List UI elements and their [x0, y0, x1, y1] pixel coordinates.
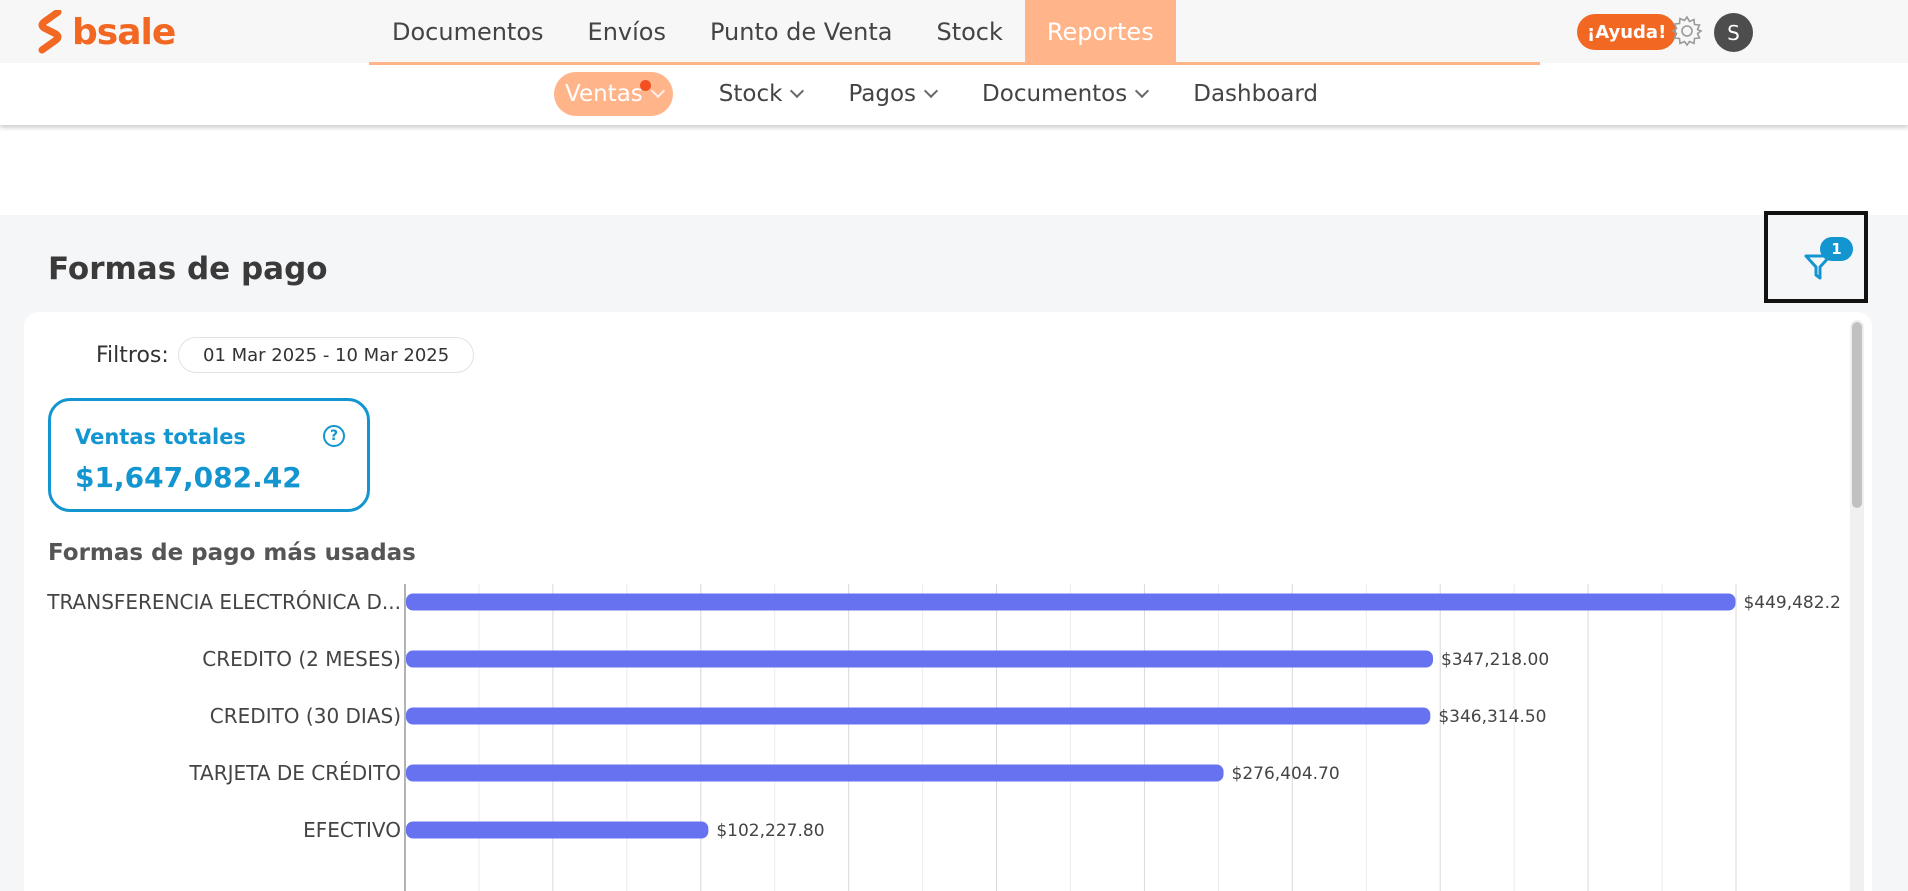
- main-nav-stock[interactable]: Stock: [914, 0, 1024, 63]
- sub-nav-dashboard-label: Dashboard: [1193, 81, 1319, 107]
- chevron-down-icon: [790, 83, 805, 99]
- page-title: Formas de pago: [48, 251, 328, 287]
- main-nav-punto-de-venta[interactable]: Punto de Venta: [688, 0, 914, 63]
- top-navbar: bsale Documentos Envíos Punto de Venta S…: [0, 0, 1908, 65]
- bar[interactable]: [406, 821, 709, 839]
- gear-icon[interactable]: [1670, 14, 1704, 48]
- help-button[interactable]: ¡Ayuda!: [1577, 14, 1677, 50]
- sub-navbar: Ventas Stock Pagos Documentos Dashboard: [0, 65, 1908, 125]
- main-nav-documentos[interactable]: Documentos: [370, 0, 566, 63]
- bsale-logo-icon: [38, 10, 62, 54]
- value-label: $102,227.80: [716, 821, 824, 841]
- sub-nav: Ventas Stock Pagos Documentos Dashboard: [554, 71, 1364, 117]
- filter-count-badge: 1: [1820, 237, 1853, 261]
- brand-name: bsale: [72, 11, 176, 53]
- sub-nav-documentos[interactable]: Documentos: [982, 72, 1150, 116]
- bar[interactable]: [406, 707, 1431, 725]
- bsale-logo[interactable]: bsale: [38, 10, 176, 54]
- value-label: $276,404.70: [1232, 764, 1340, 784]
- scrollbar[interactable]: [1850, 320, 1864, 891]
- main-nav-reportes[interactable]: Reportes: [1024, 0, 1176, 63]
- bar[interactable]: [406, 764, 1224, 782]
- payment-methods-chart: TRANSFERENCIA ELECTRÓNICA D... $449,482.2…: [46, 584, 1841, 891]
- sub-nav-dashboard[interactable]: Dashboard: [1193, 72, 1318, 116]
- notification-dot: [640, 80, 651, 91]
- filter-button[interactable]: 1: [1764, 211, 1868, 303]
- report-content: Formas de pago 1 Filtros: 01 Mar 2025 - …: [0, 211, 1908, 891]
- sub-nav-stock[interactable]: Stock: [718, 72, 805, 116]
- sub-nav-documentos-label: Documentos: [982, 81, 1128, 107]
- chevron-down-icon: [923, 83, 939, 99]
- sub-nav-pagos[interactable]: Pagos: [848, 72, 939, 116]
- category-label: CREDITO (30 DIAS): [210, 704, 401, 728]
- bar[interactable]: [406, 650, 1433, 668]
- main-nav: Documentos Envíos Punto de Venta Stock R…: [370, 0, 1176, 63]
- value-label: $346,314.50: [1438, 707, 1546, 727]
- sub-nav-ventas[interactable]: Ventas: [554, 72, 673, 116]
- sub-nav-pagos-label: Pagos: [848, 81, 917, 107]
- main-nav-envios[interactable]: Envíos: [566, 0, 688, 63]
- category-label: EFECTIVO: [303, 818, 401, 842]
- value-label: $347,218.00: [1441, 650, 1549, 670]
- category-label: TARJETA DE CRÉDITO: [188, 761, 401, 785]
- sub-nav-ventas-label: Ventas: [565, 81, 643, 107]
- chevron-down-icon: [1135, 83, 1150, 99]
- scrollbar-thumb[interactable]: [1852, 322, 1862, 508]
- bar[interactable]: [406, 593, 1736, 611]
- value-label: $449,482.2: [1743, 593, 1840, 613]
- user-avatar[interactable]: S: [1714, 13, 1753, 52]
- sub-nav-stock-label: Stock: [718, 81, 783, 107]
- category-label: CREDITO (2 MESES): [202, 647, 401, 671]
- chevron-down-icon: [650, 83, 665, 99]
- category-label: TRANSFERENCIA ELECTRÓNICA D...: [46, 590, 401, 614]
- report-card: Filtros: 01 Mar 2025 - 10 Mar 2025 Venta…: [24, 312, 1872, 891]
